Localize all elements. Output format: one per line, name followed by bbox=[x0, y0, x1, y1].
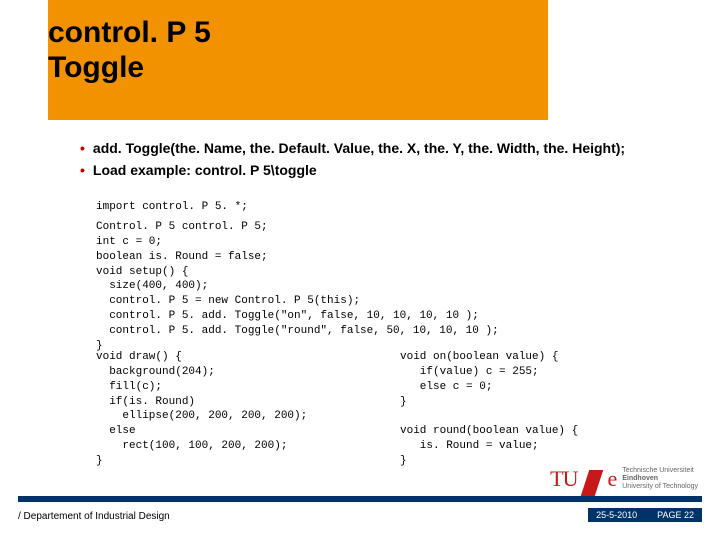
bullet-text: Load example: control. P 5\toggle bbox=[93, 162, 317, 178]
bullet-text: add. Toggle(the. Name, the. Default. Val… bbox=[93, 140, 625, 156]
logo-text-line: Eindhoven bbox=[622, 475, 698, 483]
logo-text-line: University of Technology bbox=[622, 483, 698, 491]
logo-tu: TU bbox=[550, 466, 577, 492]
title-line-1: control. P 5 bbox=[48, 16, 211, 51]
bullet-dot-icon: • bbox=[80, 162, 85, 178]
code-import: import control. P 5. *; bbox=[96, 200, 248, 215]
code-setup: Control. P 5 control. P 5; int c = 0; bo… bbox=[96, 220, 499, 354]
footer-meta: 25-5-2010 PAGE 22 bbox=[588, 508, 702, 522]
footer-page: PAGE 22 bbox=[657, 510, 694, 520]
footer-divider bbox=[18, 496, 702, 502]
title-line-2: Toggle bbox=[48, 51, 211, 86]
logo-text-line: Technische Universiteit bbox=[622, 467, 698, 475]
code-callbacks: void on(boolean value) { if(value) c = 2… bbox=[400, 350, 578, 469]
logo-subtext: Technische Universiteit Eindhoven Univer… bbox=[622, 467, 698, 490]
bullet-item: • add. Toggle(the. Name, the. Default. V… bbox=[80, 140, 680, 156]
bullet-list: • add. Toggle(the. Name, the. Default. V… bbox=[80, 140, 680, 184]
code-draw: void draw() { background(204); fill(c); … bbox=[96, 350, 307, 469]
bullet-dot-icon: • bbox=[80, 140, 85, 156]
bullet-item: • Load example: control. P 5\toggle bbox=[80, 162, 680, 178]
department-label: / Departement of Industrial Design bbox=[18, 511, 170, 522]
university-logo: TU e Technische Universiteit Eindhoven U… bbox=[550, 466, 698, 492]
slide-title: control. P 5 Toggle bbox=[48, 16, 211, 85]
logo-e: e bbox=[607, 466, 616, 492]
footer-date: 25-5-2010 bbox=[596, 510, 637, 520]
logo-slash-icon bbox=[581, 470, 603, 496]
